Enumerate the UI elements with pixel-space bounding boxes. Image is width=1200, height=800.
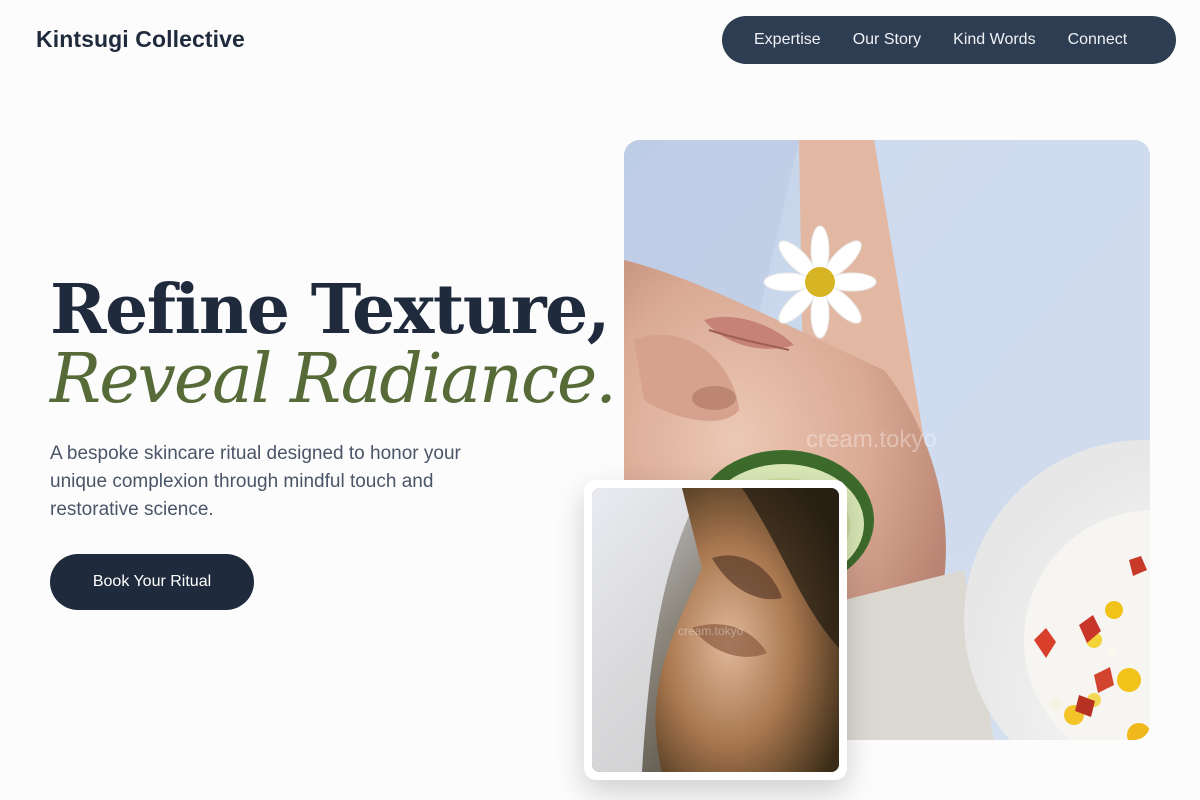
book-ritual-button[interactable]: Book Your Ritual: [50, 554, 254, 610]
nav-link-expertise[interactable]: Expertise: [754, 31, 821, 49]
hero-title-line2: Reveal Radiance.: [50, 340, 617, 419]
nav-link-kind-words[interactable]: Kind Words: [953, 31, 1035, 49]
hero-title-line1: Refine Texture,: [50, 270, 610, 350]
secondary-image-card: cream.tokyo: [584, 480, 847, 780]
hero-subtitle: A bespoke skincare ritual designed to ho…: [50, 443, 461, 520]
secondary-image-watermark: cream.tokyo: [678, 624, 744, 638]
nav-link-our-story[interactable]: Our Story: [853, 31, 921, 49]
secondary-image: cream.tokyo: [592, 488, 839, 772]
nav-link-connect[interactable]: Connect: [1068, 31, 1128, 49]
main-nav: Expertise Our Story Kind Words Connect: [722, 16, 1176, 64]
brand-logo[interactable]: Kintsugi Collective: [36, 26, 245, 53]
